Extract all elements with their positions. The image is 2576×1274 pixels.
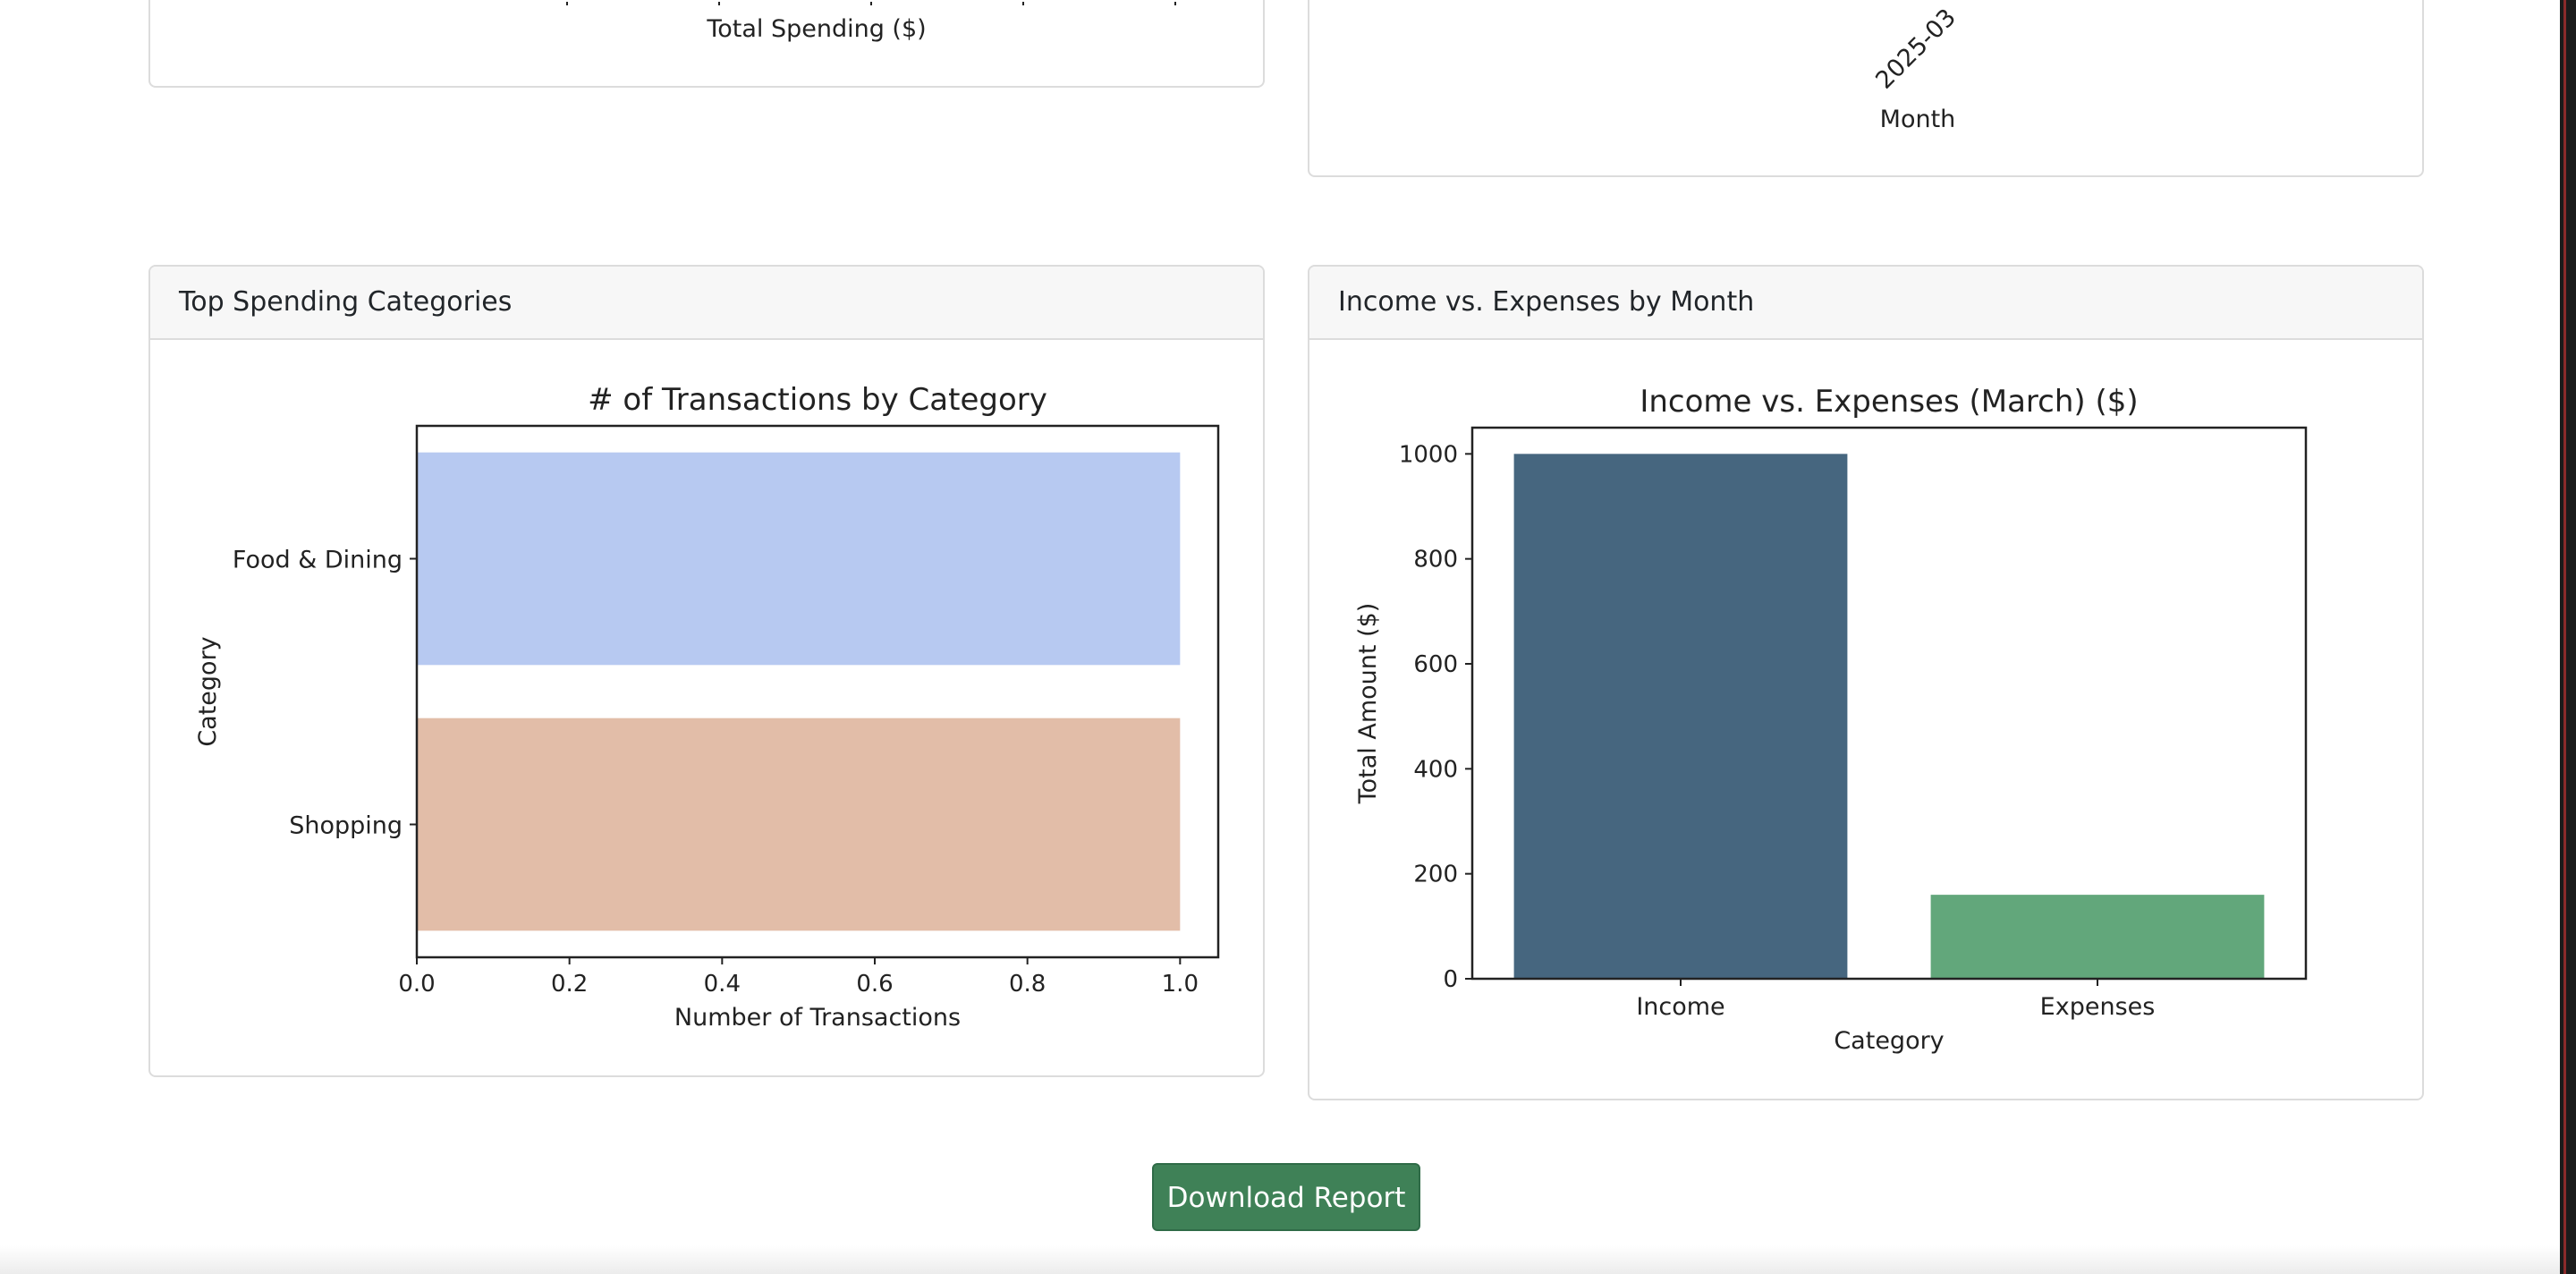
partial-month-tick-label: 2025-03 — [1870, 4, 1962, 95]
download-report-button[interactable]: Download Report — [1152, 1163, 1420, 1231]
spending-chart-card-partial: Total Spending ($) — [148, 0, 1265, 88]
monthly-chart-partial: 2025-03 Month — [1870, 4, 1962, 133]
bar — [417, 452, 1181, 666]
transactions-by-category-chart: # of Transactions by Category Food & Dini… — [194, 382, 1220, 1032]
top-spending-card: Top Spending Categories # of Transaction… — [148, 265, 1265, 1077]
monthly-chart-card-partial: 2025-03 Month — [1308, 0, 2424, 177]
x-tick-label: Income — [1636, 993, 1724, 1021]
x-tick-label: Expenses — [2040, 993, 2156, 1021]
partial-x-axis-label: Total Spending ($) — [706, 15, 926, 43]
bar — [1513, 454, 1848, 979]
y-tick-label: Food & Dining — [233, 547, 402, 574]
income-expenses-card: Income vs. Expenses by Month Income vs. … — [1308, 265, 2424, 1100]
spending-chart-partial: Total Spending ($) — [566, 2, 1176, 43]
chart-title: # of Transactions by Category — [588, 382, 1047, 418]
x-tick-label: 0.2 — [551, 971, 588, 998]
chart-title: Income vs. Expenses (March) ($) — [1640, 384, 2138, 420]
x-tick-label: 0.8 — [1009, 971, 1046, 998]
y-axis-label: Total Amount ($) — [1354, 603, 1382, 805]
bar — [1930, 895, 2265, 979]
window-edge — [2560, 0, 2576, 1274]
window-bottom-shadow — [0, 1245, 2560, 1274]
x-axis-label: Number of Transactions — [674, 1004, 961, 1032]
y-tick-label: 1000 — [1399, 441, 1458, 468]
y-tick-label: 200 — [1413, 862, 1458, 888]
y-tick-label: 400 — [1413, 756, 1458, 783]
y-tick-label: Shopping — [289, 812, 402, 840]
partial-x-ticks — [566, 2, 1176, 5]
x-tick-label: 0.4 — [704, 971, 741, 998]
partial-month-axis-label: Month — [1880, 106, 1956, 133]
x-tick-label: 0.0 — [398, 971, 435, 998]
x-axis-label: Category — [1834, 1027, 1944, 1055]
y-tick-label: 0 — [1443, 966, 1458, 993]
y-tick-label: 600 — [1413, 651, 1458, 678]
income-vs-expenses-chart: Income vs. Expenses (March) ($) Income Exp… — [1354, 384, 2308, 1055]
bar — [417, 718, 1181, 931]
y-tick-label: 800 — [1413, 547, 1458, 573]
x-tick-label: 1.0 — [1162, 971, 1199, 998]
x-tick-label: 0.6 — [856, 971, 893, 998]
y-axis-label: Category — [194, 636, 222, 746]
